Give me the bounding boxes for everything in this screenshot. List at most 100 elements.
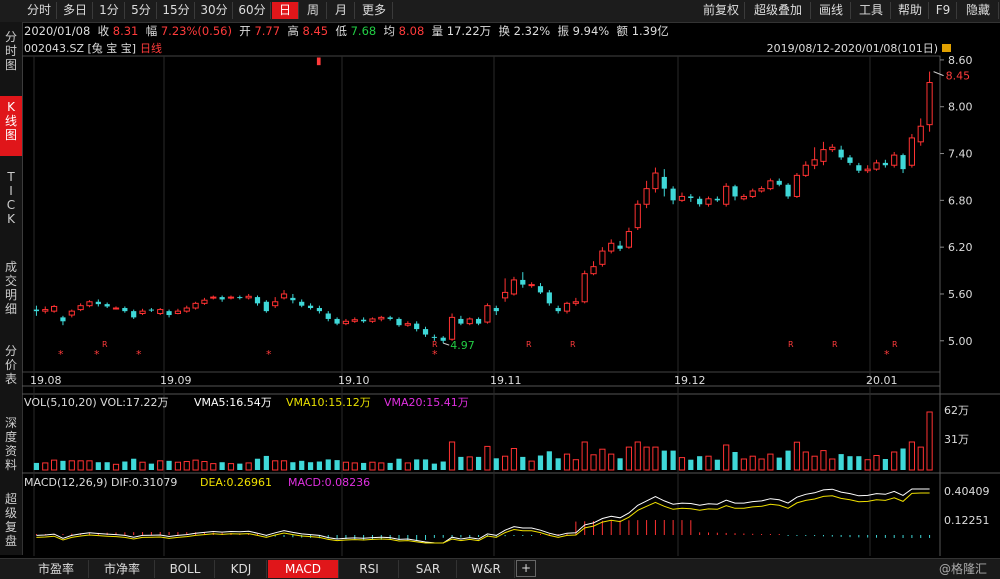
toolbar-right-item-0[interactable]: 前复权 bbox=[698, 2, 745, 19]
x-tick-label: 19.08 bbox=[30, 374, 62, 387]
volume-bar-down bbox=[334, 460, 340, 470]
indicator-tab-3[interactable]: KDJ bbox=[216, 560, 267, 578]
volume-bar-down bbox=[254, 458, 261, 470]
volume-label: 量 bbox=[431, 24, 444, 38]
candle-body-up bbox=[528, 284, 535, 287]
candle-body-down bbox=[900, 155, 906, 170]
indicator-tab-1[interactable]: 市净率 bbox=[90, 560, 155, 578]
toolbar-right-item-6[interactable]: 隐藏 bbox=[958, 2, 999, 19]
candle-body-up bbox=[767, 180, 774, 190]
candle-body-down bbox=[254, 297, 261, 304]
volume-bar-up bbox=[767, 453, 774, 471]
candle-body-up bbox=[42, 309, 49, 312]
candle-body-down bbox=[122, 308, 128, 312]
candle-body-up bbox=[342, 320, 350, 325]
candle-body-up bbox=[926, 82, 933, 126]
volume-bar-up bbox=[351, 462, 358, 471]
volume-bar-up bbox=[183, 461, 190, 471]
volume-bar-up bbox=[192, 459, 199, 471]
volume-bar-down bbox=[493, 458, 499, 470]
candle-body-down bbox=[847, 157, 853, 163]
candle-body-up bbox=[192, 302, 199, 309]
toolbar-right-item-5[interactable]: F9 bbox=[930, 2, 957, 19]
candle-body-down bbox=[555, 308, 561, 312]
candle-body-down bbox=[414, 323, 420, 330]
candle-body-down bbox=[882, 162, 888, 166]
macd-tick-label: 0.40409 bbox=[944, 485, 990, 498]
sidebar-tab-5[interactable]: 深 度 资 料 bbox=[0, 412, 22, 476]
indicator-tab-6[interactable]: SAR bbox=[400, 560, 457, 578]
candle-body-down bbox=[838, 149, 844, 158]
volume-bar-up bbox=[802, 451, 809, 471]
sidebar-tab-6[interactable]: 超 级 复 盘 bbox=[0, 488, 22, 558]
candle-body-down bbox=[290, 297, 296, 301]
period-tab-4[interactable]: 15分 bbox=[158, 2, 195, 19]
sidebar-tab-2[interactable]: T I C K bbox=[0, 166, 22, 246]
period-tab-2[interactable]: 1分 bbox=[94, 2, 125, 19]
macd-tick-label: 0.12251 bbox=[944, 514, 990, 527]
sidebar-tab-3[interactable]: 成 交 明 细 bbox=[0, 256, 22, 330]
candle-body-down bbox=[856, 165, 862, 171]
candle-body-down bbox=[166, 311, 172, 316]
volume-bar-up bbox=[625, 446, 633, 471]
volume-bar-down bbox=[95, 462, 101, 470]
candle-body-up bbox=[466, 318, 473, 325]
candle-body-down bbox=[316, 308, 323, 312]
y-tick-label: 8.60 bbox=[948, 54, 973, 67]
candle-body-up bbox=[68, 310, 75, 316]
open-label: 开 bbox=[239, 24, 251, 38]
toolbar-right-item-2[interactable]: 画线 bbox=[812, 2, 851, 19]
volume-bar-down bbox=[440, 461, 446, 470]
toolbar-right-item-3[interactable]: 工具 bbox=[852, 2, 891, 19]
sidebar-tab-1[interactable]: K 线 图 bbox=[0, 96, 22, 156]
volume-bar-up bbox=[873, 455, 880, 471]
volume-bar-up bbox=[51, 459, 58, 471]
candle-body-down bbox=[387, 317, 393, 319]
volume-bar-down bbox=[422, 459, 429, 470]
candle-body-down bbox=[732, 186, 738, 197]
period-tab-8[interactable]: 周 bbox=[300, 2, 327, 19]
period-tab-6[interactable]: 60分 bbox=[234, 2, 271, 19]
event-marker: R bbox=[526, 340, 532, 349]
period-tab-10[interactable]: 更多 bbox=[356, 2, 393, 19]
volume-bar-down bbox=[882, 459, 888, 470]
candle-body-down bbox=[458, 318, 464, 324]
indicator-tab-4[interactable]: MACD bbox=[268, 560, 339, 578]
indicator-tab-0[interactable]: 市盈率 bbox=[24, 560, 89, 578]
period-tab-5[interactable]: 30分 bbox=[196, 2, 233, 19]
candle-body-up bbox=[625, 231, 633, 248]
candle-body-up bbox=[174, 310, 182, 314]
macd-title: MACD(12,26,9) DIF:0.31079 bbox=[24, 476, 177, 489]
volume-bar-up bbox=[42, 462, 49, 471]
toolbar-right-item-4[interactable]: 帮助 bbox=[892, 2, 929, 19]
period-tab-3[interactable]: 5分 bbox=[126, 2, 157, 19]
indicator-tab-7[interactable]: W&R bbox=[458, 560, 515, 578]
lock-icon bbox=[942, 44, 951, 52]
indicator-tab-5[interactable]: RSI bbox=[340, 560, 399, 578]
indicator-tab-2[interactable]: BOLL bbox=[156, 560, 215, 578]
x-tick-label: 20.01 bbox=[866, 374, 898, 387]
period-tab-1[interactable]: 多日 bbox=[58, 2, 93, 19]
kline-chart-area[interactable]: 002043.SZ [兔 宝 宝] 日线 2019/08/12-2020/01/08… bbox=[22, 40, 1000, 558]
toolbar-right-item-1[interactable]: 超级叠加 bbox=[746, 2, 811, 19]
candle-body-down bbox=[661, 176, 667, 189]
amplitude-label: 振 bbox=[557, 24, 570, 38]
period-tab-7[interactable]: 日 bbox=[272, 2, 299, 19]
candle-body-up bbox=[510, 279, 518, 295]
sidebar-tab-0[interactable]: 分 时 图 bbox=[0, 26, 22, 86]
x-tick-label: 19.10 bbox=[338, 374, 370, 387]
candle-body-up bbox=[811, 159, 818, 166]
volume-bar-down bbox=[856, 456, 862, 470]
candle-body-down bbox=[670, 188, 676, 201]
volume-bar-up bbox=[280, 460, 288, 471]
volume-bar-up bbox=[643, 446, 650, 471]
main-panel-frame bbox=[22, 55, 941, 373]
add-indicator-icon[interactable]: + bbox=[516, 560, 536, 577]
period-tab-9[interactable]: 月 bbox=[328, 2, 355, 19]
event-marker: * bbox=[266, 348, 272, 361]
volume-bar-down bbox=[299, 460, 305, 470]
period-tab-0[interactable]: 分时 bbox=[22, 2, 57, 19]
volume-bar-down bbox=[361, 462, 367, 470]
sidebar-tab-4[interactable]: 分 价 表 bbox=[0, 340, 22, 402]
volume-bar-down bbox=[316, 461, 323, 470]
